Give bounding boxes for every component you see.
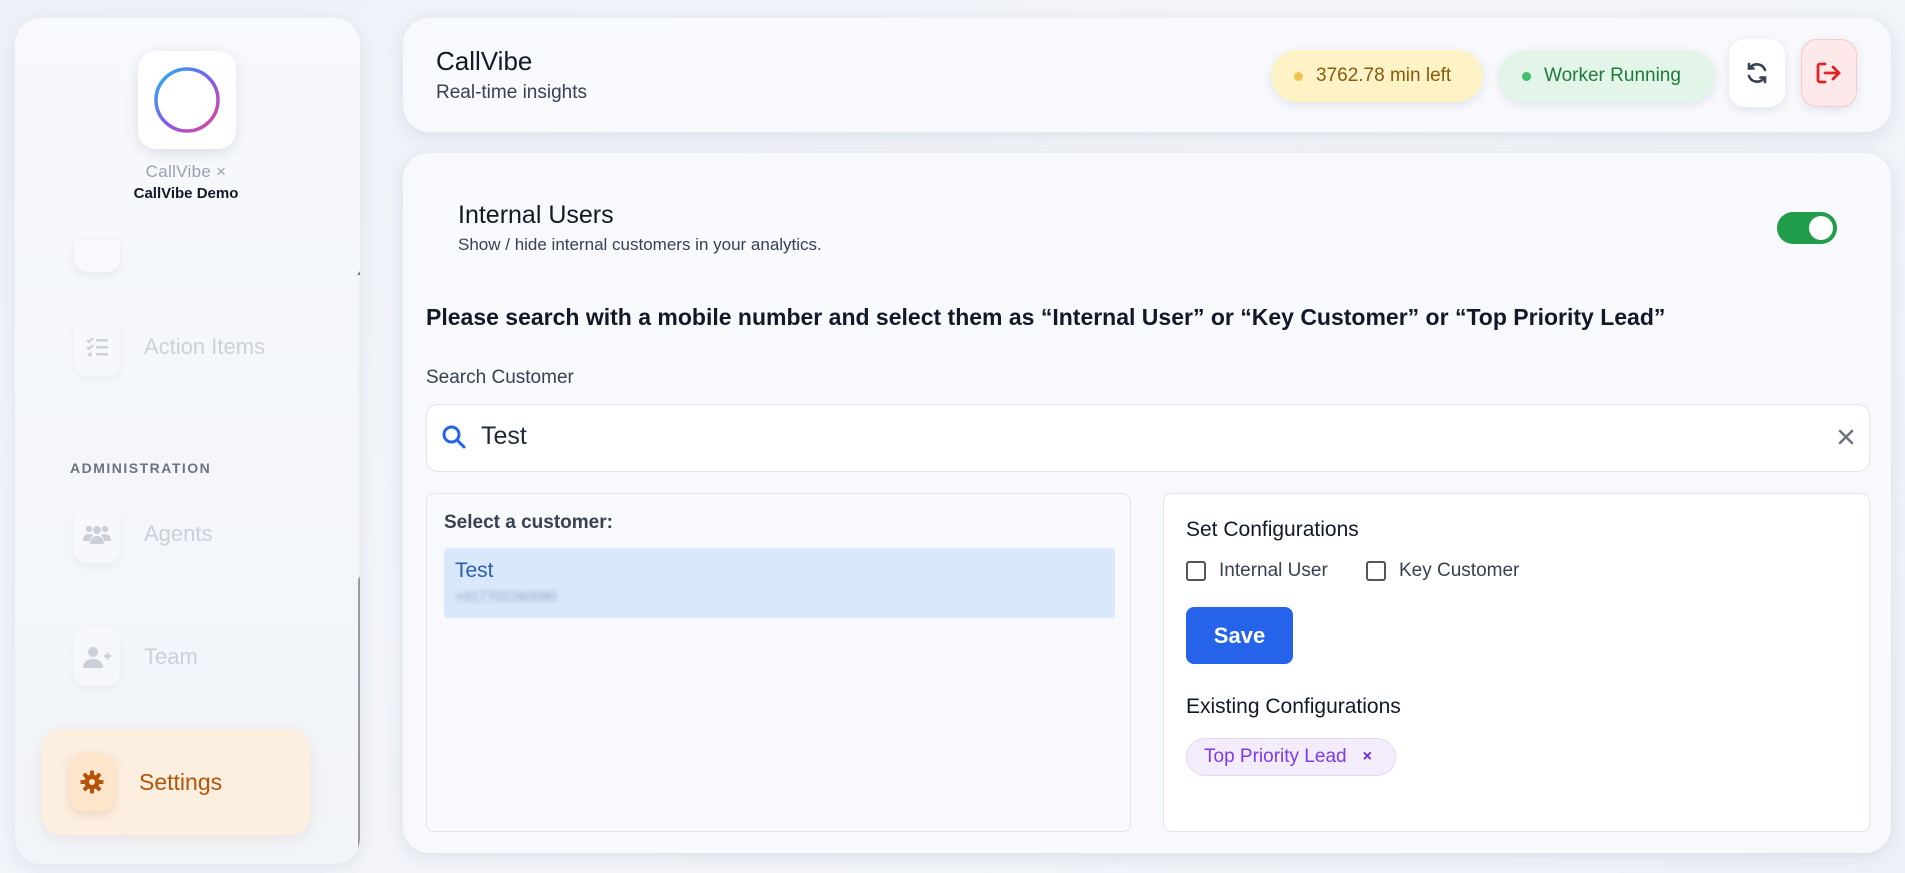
scroll-thumb[interactable] [358,575,360,853]
sidebar-scrollbar[interactable] [353,263,360,864]
minutes-left-badge: 3762.78 min left [1271,50,1483,102]
gear-icon [69,753,115,811]
customer-phone: +917702260090 [455,588,557,604]
brand: CallVibe × CallVibe Demo [15,18,357,218]
remove-tag-icon[interactable]: × [1363,748,1372,766]
section-title: Internal Users [458,201,614,229]
scroll-up-arrow-icon[interactable] [357,266,360,275]
users-icon [74,505,120,563]
worker-status-text: Worker Running [1544,65,1681,86]
sidebar-item-label: Action Items [144,334,266,359]
logout-button[interactable] [1801,39,1857,107]
sidebar-item-settings[interactable]: Settings [42,729,310,835]
checkbox-label: Internal User [1219,560,1328,581]
page-subtitle: Real-time insights [436,82,587,103]
checkbox-label: Key Customer [1399,560,1520,581]
refresh-icon [1747,62,1767,84]
sidebar-item-agents[interactable]: Agents [74,505,213,563]
brand-org-name: CallVibe Demo [133,185,239,202]
user-plus-icon [74,628,120,686]
status-dot-icon [1522,71,1531,81]
nav-section-heading: ADMINISTRATION [70,460,212,476]
checkbox-box[interactable] [1186,561,1206,581]
checklist-icon [74,318,120,376]
list-item[interactable]: Test +917702260090 [444,548,1115,618]
page-title: CallVibe [436,46,533,76]
sidebar-item-label: Agents [144,521,213,546]
logout-icon [1816,62,1841,84]
customer-name: Test [455,559,494,582]
sidebar: CallVibe × CallVibe Demo Action Items AD… [15,18,360,864]
customer-list-panel: Select a customer: Test +917702260090 [426,493,1131,832]
minutes-left-text: 3762.78 min left [1316,65,1452,86]
config-tag-top-priority-lead: Top Priority Lead × [1186,738,1396,776]
set-configurations-title: Set Configurations [1186,518,1359,541]
checkbox-box[interactable] [1366,561,1386,581]
toggle-knob [1809,216,1833,240]
sidebar-item-team[interactable]: Team [74,628,198,686]
key-customer-checkbox[interactable]: Key Customer [1366,560,1519,582]
section-description: Show / hide internal customers in your a… [458,235,822,254]
internal-users-toggle[interactable] [1777,212,1837,244]
search-icon [442,425,466,449]
tag-label: Top Priority Lead [1204,746,1347,767]
brand-partner-text: CallVibe × [145,162,227,181]
existing-configurations-title: Existing Configurations [1186,695,1401,718]
sidebar-item-action-items[interactable]: Action Items [74,318,265,376]
clear-icon[interactable] [1837,428,1855,446]
customer-list-label: Select a customer: [444,512,613,533]
instruction-text: Please search with a mobile number and s… [426,304,1666,330]
worker-status-badge: Worker Running [1499,50,1715,102]
refresh-button[interactable] [1729,39,1785,107]
nav-item-partial[interactable] [74,240,120,272]
search-label: Search Customer [426,367,574,388]
internal-users-card: Internal Users Show / hide internal cust… [403,153,1891,853]
search-value[interactable]: Test [481,422,527,451]
soundwave-logo-icon [138,51,236,149]
status-dot-icon [1294,71,1303,81]
sidebar-item-label: Settings [139,768,223,795]
internal-user-checkbox[interactable]: Internal User [1186,560,1328,582]
configuration-panel: Set Configurations Internal User Key Cus… [1163,493,1870,832]
sidebar-item-label: Team [144,644,198,669]
save-button[interactable]: Save [1186,607,1293,664]
top-header: CallVibe Real-time insights 3762.78 min … [403,18,1891,132]
search-customer-input[interactable]: Test [426,404,1870,472]
